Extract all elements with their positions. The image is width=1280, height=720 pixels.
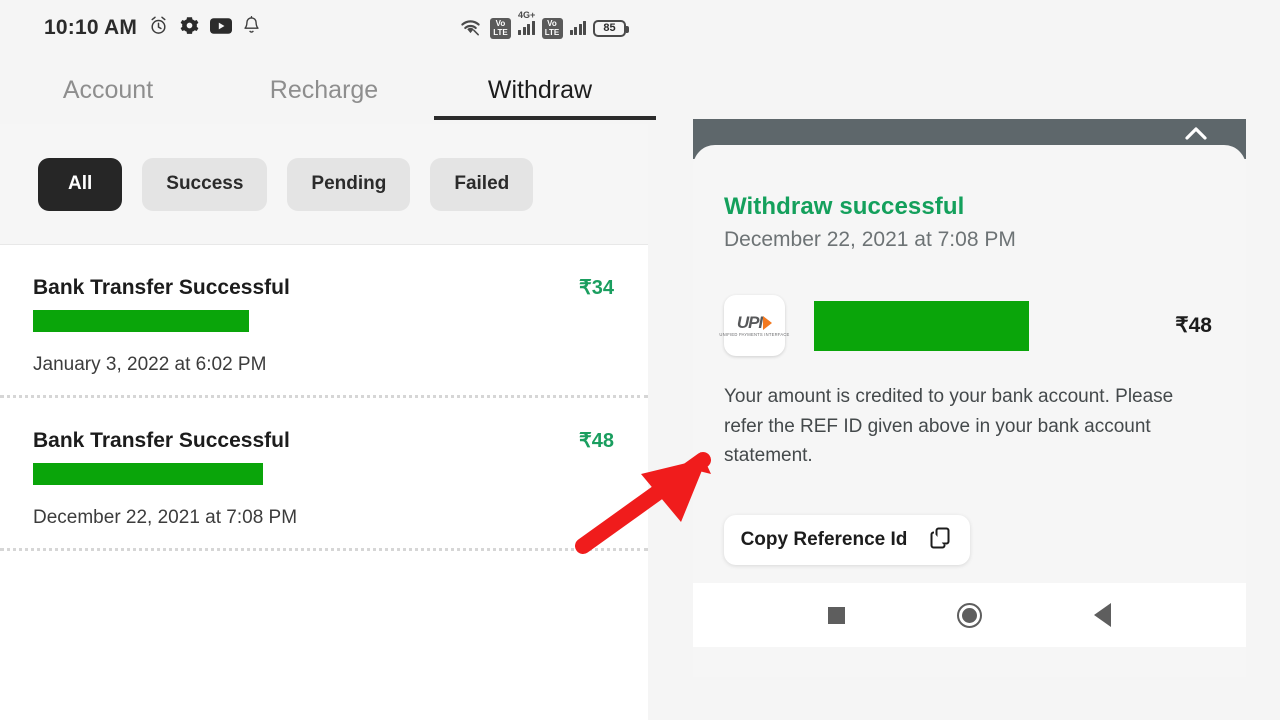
android-navigation-bar — [693, 583, 1246, 647]
tab-withdraw[interactable]: Withdraw — [432, 56, 656, 124]
withdraw-history-screen: 10:10 AM Vo LTE 4G+ Vo LTE 85 Account Re… — [0, 0, 656, 720]
transaction-date: December 22, 2021 at 7:08 PM — [33, 507, 298, 528]
signal-strength-sim1: 4G+ — [518, 10, 535, 35]
bell-icon — [243, 15, 260, 41]
triangle-back-icon[interactable] — [1094, 603, 1111, 627]
signal-bars-sim2-icon — [569, 21, 586, 35]
battery-percent-label: 85 — [603, 22, 616, 34]
upi-tricolor-arrow-icon — [763, 315, 773, 330]
upi-wordmark: UPI — [736, 313, 763, 332]
tab-account[interactable]: Account — [0, 56, 216, 124]
payment-method-row: UPI UNIFIED PAYMENTS INTERFACE ₹48 — [719, 295, 1212, 356]
top-tab-bar: Account Recharge Withdraw — [0, 56, 656, 124]
alarm-clock-icon — [148, 15, 169, 41]
modal-timestamp: December 22, 2021 at 7:08 PM — [724, 228, 1016, 251]
transaction-amount: ₹48 — [579, 430, 614, 452]
filter-chip-pending[interactable]: Pending — [287, 157, 411, 211]
circle-home-icon[interactable] — [957, 602, 982, 628]
copy-reference-id-button[interactable]: Copy Reference Id — [724, 514, 970, 565]
transaction-list: Bank Transfer Successful ₹34 January 3, … — [0, 245, 648, 720]
filter-chip-success[interactable]: Success — [142, 157, 268, 211]
filter-chip-all[interactable]: All — [38, 157, 123, 211]
transaction-title: Bank Transfer Successful — [33, 429, 290, 452]
youtube-icon — [210, 17, 233, 39]
transaction-amount: ₹34 — [579, 277, 614, 299]
upi-subtitle: UNIFIED PAYMENTS INTERFACE — [719, 332, 790, 338]
copy-icon — [929, 526, 953, 553]
table-row[interactable]: Bank Transfer Successful ₹34 January 3, … — [0, 245, 648, 398]
square-recents-icon[interactable] — [828, 606, 845, 624]
modal-title: Withdraw successful — [724, 193, 965, 220]
list-divider — [0, 548, 648, 551]
wifi-icon — [458, 16, 483, 41]
transaction-date: January 3, 2022 at 6:02 PM — [33, 354, 267, 375]
volte-badge-sim2: Vo LTE — [541, 17, 563, 39]
upi-logo-icon: UPI UNIFIED PAYMENTS INTERFACE — [719, 295, 789, 356]
tab-recharge[interactable]: Recharge — [216, 56, 432, 124]
modal-description: Your amount is credited to your bank acc… — [724, 386, 1174, 467]
gear-icon — [180, 16, 199, 40]
filter-chip-failed[interactable]: Failed — [430, 157, 534, 211]
screenshot-root: 10:10 AM Vo LTE 4G+ Vo LTE 85 Account Re… — [0, 0, 1280, 720]
table-row[interactable]: Bank Transfer Successful ₹48 December 22… — [0, 398, 648, 551]
transaction-title: Bank Transfer Successful — [33, 276, 290, 299]
filter-chip-bar: All Success Pending Failed — [0, 124, 648, 245]
status-bar-left: 10:10 AM — [44, 15, 260, 41]
modal-amount: ₹48 — [1175, 314, 1212, 337]
status-bar-clock: 10:10 AM — [44, 16, 138, 39]
copy-button-label: Copy Reference Id — [740, 528, 908, 550]
network-type-label: 4G+ — [518, 10, 536, 20]
signal-bars-icon — [518, 21, 535, 35]
status-bar-right: Vo LTE 4G+ Vo LTE 85 — [458, 10, 629, 41]
redacted-reference-block — [33, 310, 249, 332]
transaction-header-row: Bank Transfer Successful ₹34 — [33, 275, 648, 300]
redacted-reference-id — [814, 300, 1029, 351]
withdraw-detail-modal: Withdraw successful December 22, 2021 at… — [693, 119, 1246, 677]
battery-indicator: 85 — [593, 19, 629, 37]
volte-badge-sim1: Vo LTE — [490, 17, 511, 39]
redacted-reference-block — [33, 463, 263, 485]
status-bar: 10:10 AM Vo LTE 4G+ Vo LTE 85 — [0, 0, 648, 56]
transaction-header-row: Bank Transfer Successful ₹48 — [33, 428, 648, 453]
